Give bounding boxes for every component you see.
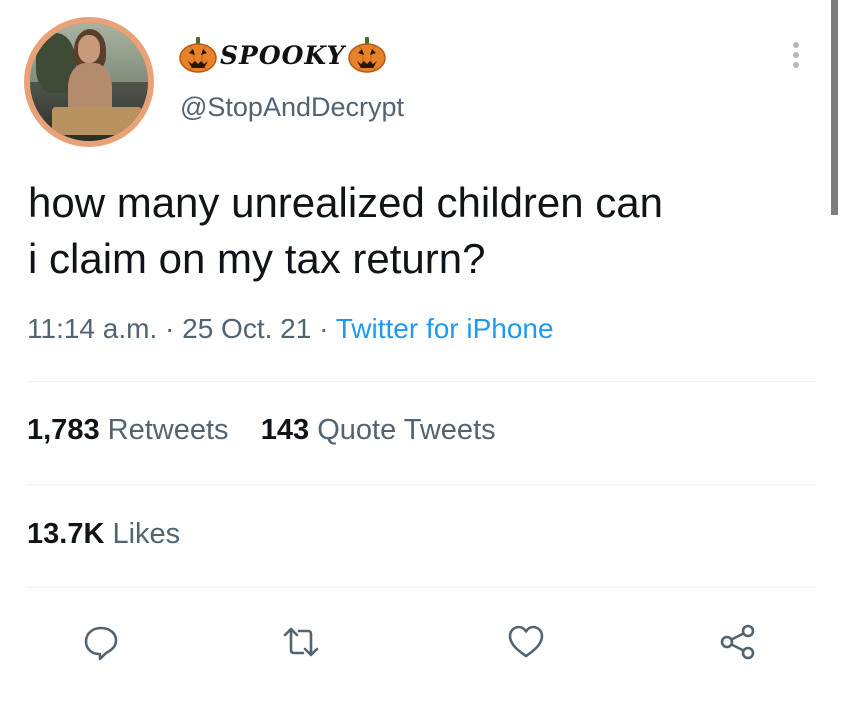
like-button[interactable] [504, 620, 548, 664]
tweet-text: how many unrealized children can i claim… [28, 175, 828, 287]
user-handle[interactable]: @StopAndDecrypt [180, 92, 404, 123]
quote-tweets-stat[interactable]: 143 Quote Tweets [261, 414, 496, 446]
share-button[interactable] [716, 620, 760, 664]
display-name-text[interactable]: SPOOKY [220, 41, 345, 70]
retweets-stat[interactable]: 1,783 Retweets [27, 414, 229, 446]
divider [27, 381, 817, 382]
likes-count: 13.7K [27, 518, 105, 550]
tweet-date[interactable]: 25 Oct. 21 [182, 313, 311, 344]
tweet-text-line-2: i claim on my tax return? [28, 235, 486, 282]
likes-stat[interactable]: 13.7K Likes [27, 518, 180, 551]
tweet-meta: 11:14 a.m. · 25 Oct. 21 · Twitter for iP… [27, 313, 554, 345]
retweets-label: Retweets [107, 414, 229, 446]
likes-label: Likes [112, 518, 181, 550]
quote-tweets-label: Quote Tweets [317, 414, 496, 446]
scrollbar[interactable] [831, 0, 838, 215]
meta-separator: · [319, 313, 329, 344]
quote-tweets-count: 143 [260, 414, 310, 446]
like-icon [508, 625, 544, 658]
tweet-source-link[interactable]: Twitter for iPhone [336, 313, 554, 344]
tweet-time[interactable]: 11:14 a.m. [27, 313, 157, 344]
avatar[interactable] [24, 17, 154, 147]
retweet-button[interactable] [279, 620, 323, 664]
engagement-stats: 1,783 Retweets 143 Quote Tweets [27, 414, 496, 447]
tweet-text-line-1: how many unrealized children can [28, 179, 664, 226]
reply-icon [84, 626, 118, 661]
divider [27, 587, 817, 588]
divider [27, 484, 817, 485]
pumpkin-icon [348, 37, 387, 73]
share-icon [720, 624, 755, 660]
meta-separator: · [165, 313, 175, 344]
reply-button[interactable] [79, 620, 123, 664]
pumpkin-icon [179, 37, 217, 73]
display-name[interactable]: SPOOKY [178, 33, 387, 77]
retweets-count: 1,783 [27, 414, 100, 446]
more-options-icon[interactable] [787, 40, 805, 70]
retweet-icon [283, 627, 319, 657]
